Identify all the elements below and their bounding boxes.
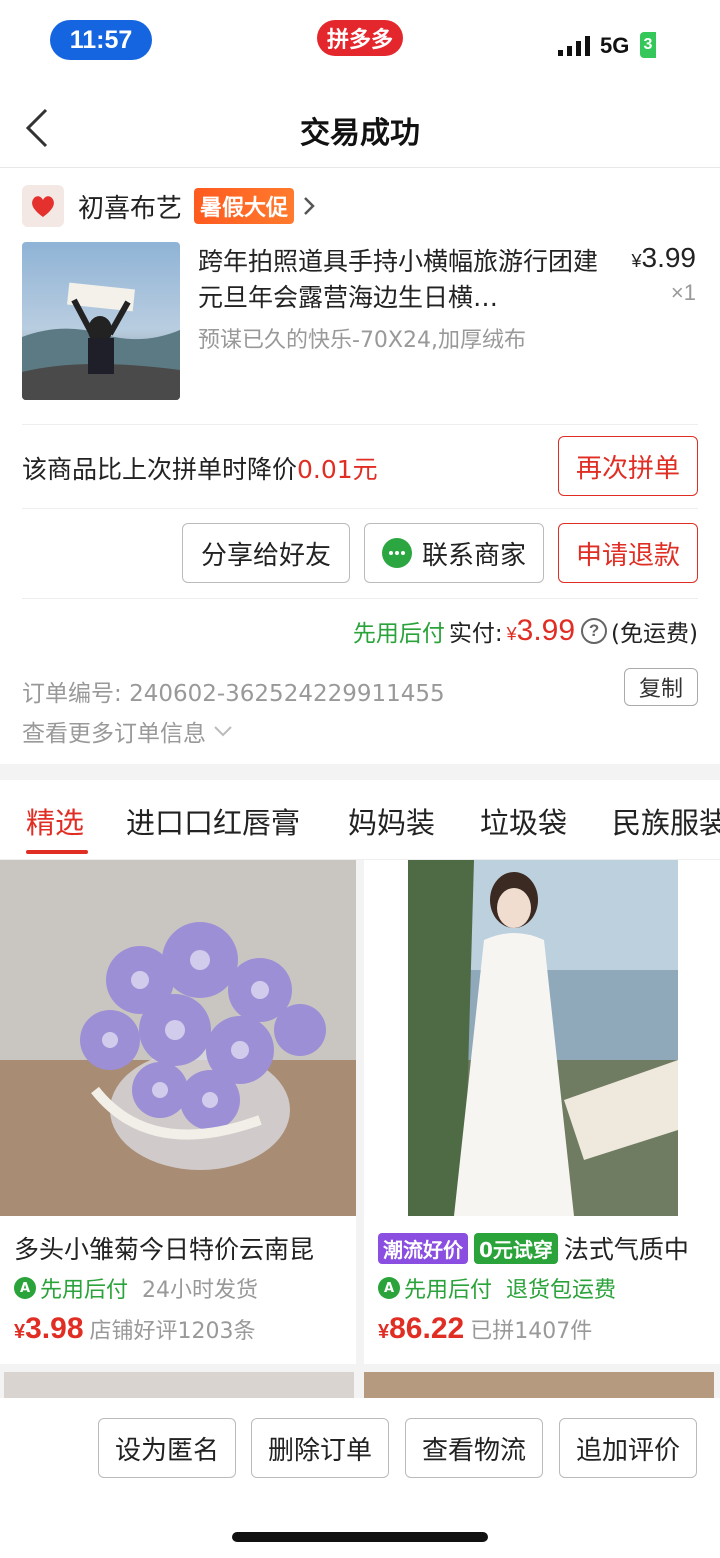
add-review-button[interactable]: 追加评价 <box>559 1418 697 1478</box>
paid-amount: ¥3.99 <box>507 614 575 648</box>
card-subline: A 先用后付 24小时发货 <box>14 1272 258 1304</box>
order-number-label: 订单编号: <box>22 681 122 707</box>
product-image <box>364 860 720 1216</box>
product-price: ¥86.22 <box>378 1312 464 1346</box>
currency-symbol: ¥ <box>506 624 517 644</box>
battery-icon: 3 <box>640 32 656 58</box>
sold-count: 已拼1407件 <box>470 1319 593 1344</box>
chat-icon <box>381 538 412 568</box>
divider <box>22 598 698 599</box>
product-spec: 预谋已久的快乐-70X24,加厚绒布 <box>198 328 526 353</box>
feed-card[interactable]: 多头小雏菊今日特价云南昆 A 先用后付 24小时发货 ¥3.98 店铺好评120… <box>0 860 356 1364</box>
product-image <box>22 242 180 400</box>
free-try-tag: 0元试穿 <box>474 1232 558 1264</box>
shop-row[interactable]: 初喜布艺 暑假大促 <box>22 184 316 228</box>
shop-name: 初喜布艺 <box>78 193 183 224</box>
product-title: 跨年拍照道具手持小横幅旅游行团建元旦年会露营海边生日横… <box>198 247 598 312</box>
product-price-value: 3.98 <box>25 1312 84 1345</box>
tab-featured[interactable]: 精选 <box>26 800 84 842</box>
product-price: ¥3.98 <box>14 1312 84 1346</box>
divider <box>22 508 698 509</box>
heart-icon <box>32 196 54 217</box>
paid-label: 实付: <box>448 621 503 647</box>
tab-ethnic-wear[interactable]: 民族服装 <box>612 800 720 842</box>
share-button[interactable]: 分享给好友 <box>182 523 350 583</box>
order-number: 订单编号: 240602-362524229911455 <box>22 674 445 708</box>
category-tabs: 精选 进口口红唇膏 妈妈装 垃圾袋 民族服装 <box>0 780 720 860</box>
product-image <box>0 860 356 1216</box>
nav-bar: 交易成功 <box>0 88 720 168</box>
product-price-value: 86.22 <box>389 1312 465 1345</box>
product-title: 潮流好价 0元试穿 法式气质中 <box>378 1230 718 1266</box>
pay-later-label: 先用后付 <box>352 621 445 647</box>
anonymous-button[interactable]: 设为匿名 <box>98 1418 236 1478</box>
shipping-note: 24小时发货 <box>142 1278 259 1303</box>
pay-later-label: 先用后付 <box>40 1278 129 1303</box>
status-bar: 11:57 拼多多 5G 3 <box>0 0 720 80</box>
tab-mom-wear[interactable]: 妈妈装 <box>348 800 435 842</box>
pay-later-icon: A <box>14 1277 36 1299</box>
tab-trash-bags[interactable]: 垃圾袋 <box>480 800 567 842</box>
signal-icon <box>558 36 590 56</box>
contact-merchant-label: 联系商家 <box>421 540 526 571</box>
product-title-text: 法式气质中 <box>563 1235 689 1264</box>
home-indicator[interactable] <box>232 1532 488 1542</box>
currency-symbol: ¥ <box>378 1321 390 1343</box>
product-price-value: 3.99 <box>641 242 697 273</box>
view-logistics-button[interactable]: 查看物流 <box>405 1418 543 1478</box>
status-time: 11:57 <box>50 20 152 60</box>
product-price: ¥3.99 <box>631 242 696 274</box>
product-quantity: ×1 <box>670 280 696 305</box>
refund-button[interactable]: 申请退款 <box>558 523 698 583</box>
price-drop-text: 该商品比上次拼单时降价 <box>22 455 298 484</box>
help-icon[interactable]: ? <box>581 618 608 644</box>
order-number-value: 240602-362524229911455 <box>129 681 445 707</box>
currency-symbol: ¥ <box>14 1321 26 1343</box>
price-row: ¥3.98 店铺好评1203条 <box>14 1312 256 1346</box>
shop-logo <box>22 185 64 227</box>
paid-amount-value: 3.99 <box>516 614 576 647</box>
currency-symbol: ¥ <box>631 251 642 271</box>
reorder-button[interactable]: 再次拼单 <box>558 436 698 496</box>
more-order-info-label: 查看更多订单信息 <box>22 721 206 747</box>
section-gap <box>0 764 720 780</box>
return-shipping-note: 退货包运费 <box>506 1278 617 1303</box>
bottom-action-bar: 设为匿名 删除订单 查看物流 追加评价 <box>0 1398 720 1558</box>
price-drop-amount: 0.01元 <box>297 455 378 484</box>
shipping-note: (免运费) <box>611 621 698 647</box>
app-badge: 拼多多 <box>317 20 403 56</box>
network-label: 5G <box>600 33 630 58</box>
contact-merchant-button[interactable]: 联系商家 <box>364 523 544 583</box>
order-product[interactable]: 跨年拍照道具手持小横幅旅游行团建元旦年会露营海边生日横… 预谋已久的快乐-70X… <box>22 242 698 402</box>
feed-card[interactable]: 潮流好价 0元试穿 法式气质中 A 先用后付 退货包运费 ¥86.22 已拼14… <box>364 860 720 1364</box>
review-count: 店铺好评1203条 <box>89 1319 256 1344</box>
chevron-down-icon <box>214 726 232 737</box>
promo-badge: 暑假大促 <box>194 188 295 224</box>
divider <box>22 424 698 425</box>
copy-button[interactable]: 复制 <box>624 668 698 706</box>
price-drop-notice: 该商品比上次拼单时降价0.01元 <box>22 450 378 486</box>
trend-tag: 潮流好价 <box>378 1232 468 1264</box>
pay-later-icon: A <box>378 1277 400 1299</box>
tab-lipstick[interactable]: 进口口红唇膏 <box>126 800 300 842</box>
payment-row: 先用后付 实付: ¥3.99 ? (免运费) <box>353 614 698 648</box>
chevron-right-icon <box>304 197 315 215</box>
price-row: ¥86.22 已拼1407件 <box>378 1312 592 1346</box>
pay-later-label: 先用后付 <box>404 1278 493 1303</box>
page-title: 交易成功 <box>300 116 420 151</box>
delete-order-button[interactable]: 删除订单 <box>251 1418 389 1478</box>
product-title: 多头小雏菊今日特价云南昆 <box>14 1235 315 1264</box>
active-tab-indicator <box>26 850 88 854</box>
card-subline: A 先用后付 退货包运费 <box>378 1272 616 1304</box>
more-order-info[interactable]: 查看更多订单信息 <box>22 714 234 748</box>
